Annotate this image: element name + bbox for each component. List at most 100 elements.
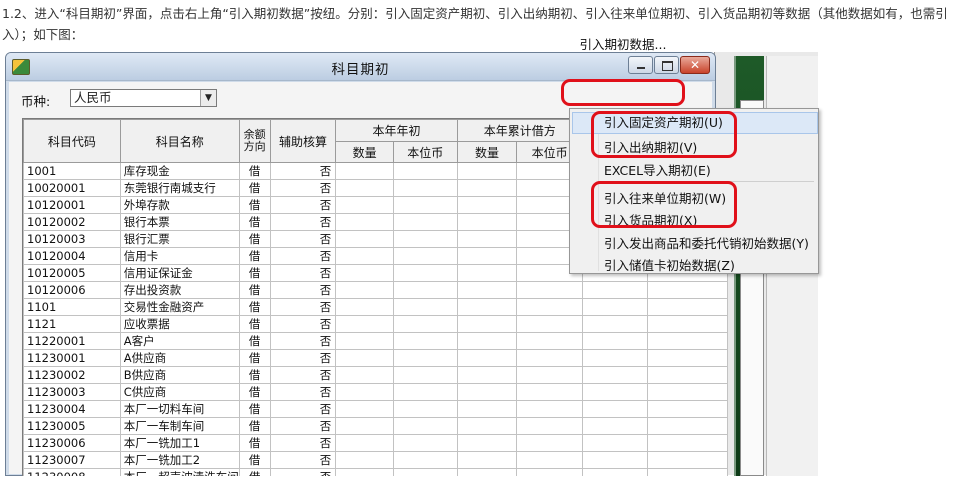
cell-value[interactable]: [392, 315, 458, 333]
cell-value[interactable]: [647, 451, 728, 469]
cell-direction[interactable]: 借: [238, 468, 271, 476]
cell-code[interactable]: 11230001: [23, 349, 121, 367]
header-amount-1[interactable]: 本位币: [392, 141, 458, 163]
cell-value[interactable]: [516, 417, 583, 435]
cell-value[interactable]: [647, 366, 728, 384]
cell-code[interactable]: 10120001: [23, 196, 121, 214]
cell-value[interactable]: [647, 383, 728, 401]
table-row[interactable]: 1121 应收票据借否: [23, 315, 728, 333]
cell-value[interactable]: [392, 230, 458, 248]
cell-value[interactable]: [581, 417, 649, 435]
cell-aux[interactable]: 否: [269, 366, 337, 384]
cell-code[interactable]: 1001: [23, 162, 121, 180]
cell-value[interactable]: [392, 366, 458, 384]
cell-value[interactable]: [335, 468, 394, 476]
cell-value[interactable]: [647, 315, 728, 333]
cell-value[interactable]: [516, 366, 583, 384]
cell-value[interactable]: [516, 451, 583, 469]
cell-value[interactable]: [392, 281, 458, 299]
cell-aux[interactable]: 否: [269, 315, 337, 333]
cell-name[interactable]: 银行汇票: [119, 230, 240, 248]
cell-value[interactable]: [581, 451, 649, 469]
cell-value[interactable]: [581, 349, 649, 367]
table-row[interactable]: 11220001 A客户借否: [23, 332, 728, 350]
cell-value[interactable]: [335, 349, 394, 367]
cell-direction[interactable]: 借: [238, 298, 271, 316]
cell-aux[interactable]: 否: [269, 332, 337, 350]
cell-value[interactable]: [456, 298, 518, 316]
cell-value[interactable]: [335, 230, 394, 248]
cell-value[interactable]: [392, 400, 458, 418]
cell-value[interactable]: [581, 383, 649, 401]
cell-direction[interactable]: 借: [238, 230, 271, 248]
cell-code[interactable]: 11230008: [23, 468, 121, 476]
cell-value[interactable]: [456, 400, 518, 418]
cell-direction[interactable]: 借: [238, 417, 271, 435]
cell-name[interactable]: 银行本票: [119, 213, 240, 231]
cell-value[interactable]: [581, 281, 649, 299]
cell-value[interactable]: [516, 400, 583, 418]
cell-value[interactable]: [581, 468, 649, 476]
cell-value[interactable]: [392, 247, 458, 265]
cell-value[interactable]: [392, 451, 458, 469]
cell-value[interactable]: [647, 332, 728, 350]
cell-direction[interactable]: 借: [238, 196, 271, 214]
cell-code[interactable]: 10120002: [23, 213, 121, 231]
cell-code[interactable]: 11230005: [23, 417, 121, 435]
cell-value[interactable]: [335, 451, 394, 469]
minimize-button[interactable]: [628, 56, 653, 74]
cell-name[interactable]: 信用卡: [119, 247, 240, 265]
cell-code[interactable]: 11230006: [23, 434, 121, 452]
cell-value[interactable]: [335, 247, 394, 265]
cell-aux[interactable]: 否: [269, 281, 337, 299]
cell-value[interactable]: [647, 400, 728, 418]
cell-value[interactable]: [456, 349, 518, 367]
table-row[interactable]: 11230005 本厂一车制车间借否: [23, 417, 728, 435]
cell-value[interactable]: [392, 468, 458, 476]
cell-aux[interactable]: 否: [269, 400, 337, 418]
cell-name[interactable]: 本厂一切料车间: [119, 400, 240, 418]
cell-name[interactable]: 存出投资款: [119, 281, 240, 299]
cell-value[interactable]: [392, 349, 458, 367]
cell-value[interactable]: [456, 196, 518, 214]
cell-value[interactable]: [335, 162, 394, 180]
cell-value[interactable]: [335, 383, 394, 401]
cell-value[interactable]: [456, 468, 518, 476]
cell-name[interactable]: A客户: [119, 332, 240, 350]
cell-value[interactable]: [456, 162, 518, 180]
cell-value[interactable]: [581, 366, 649, 384]
menu-item-import-stored-value-card[interactable]: 引入储值卡初始数据(Z): [604, 255, 735, 274]
cell-code[interactable]: 10120003: [23, 230, 121, 248]
cell-value[interactable]: [392, 383, 458, 401]
cell-value[interactable]: [392, 162, 458, 180]
cell-aux[interactable]: 否: [269, 383, 337, 401]
cell-direction[interactable]: 借: [238, 451, 271, 469]
cell-value[interactable]: [581, 400, 649, 418]
cell-direction[interactable]: 借: [238, 383, 271, 401]
header-code[interactable]: 科目代码: [23, 119, 121, 163]
cell-value[interactable]: [392, 213, 458, 231]
table-row[interactable]: 10120006 存出投资款借否: [23, 281, 728, 299]
header-name[interactable]: 科目名称: [119, 119, 240, 163]
cell-value[interactable]: [516, 349, 583, 367]
cell-direction[interactable]: 借: [238, 247, 271, 265]
cell-value[interactable]: [456, 383, 518, 401]
cell-aux[interactable]: 否: [269, 247, 337, 265]
cell-value[interactable]: [456, 179, 518, 197]
cell-value[interactable]: [516, 298, 583, 316]
import-opening-data-button[interactable]: 引入期初数据...: [568, 34, 678, 56]
cell-value[interactable]: [581, 315, 649, 333]
cell-value[interactable]: [647, 298, 728, 316]
cell-value[interactable]: [335, 366, 394, 384]
cell-name[interactable]: 信用证保证金: [119, 264, 240, 282]
cell-value[interactable]: [647, 434, 728, 452]
cell-aux[interactable]: 否: [269, 298, 337, 316]
cell-name[interactable]: 应收票据: [119, 315, 240, 333]
cell-code[interactable]: 10120005: [23, 264, 121, 282]
cell-aux[interactable]: 否: [269, 162, 337, 180]
maximize-button[interactable]: [654, 56, 679, 74]
cell-code[interactable]: 1101: [23, 298, 121, 316]
cell-value[interactable]: [647, 281, 728, 299]
cell-code[interactable]: 11220001: [23, 332, 121, 350]
cell-aux[interactable]: 否: [269, 230, 337, 248]
